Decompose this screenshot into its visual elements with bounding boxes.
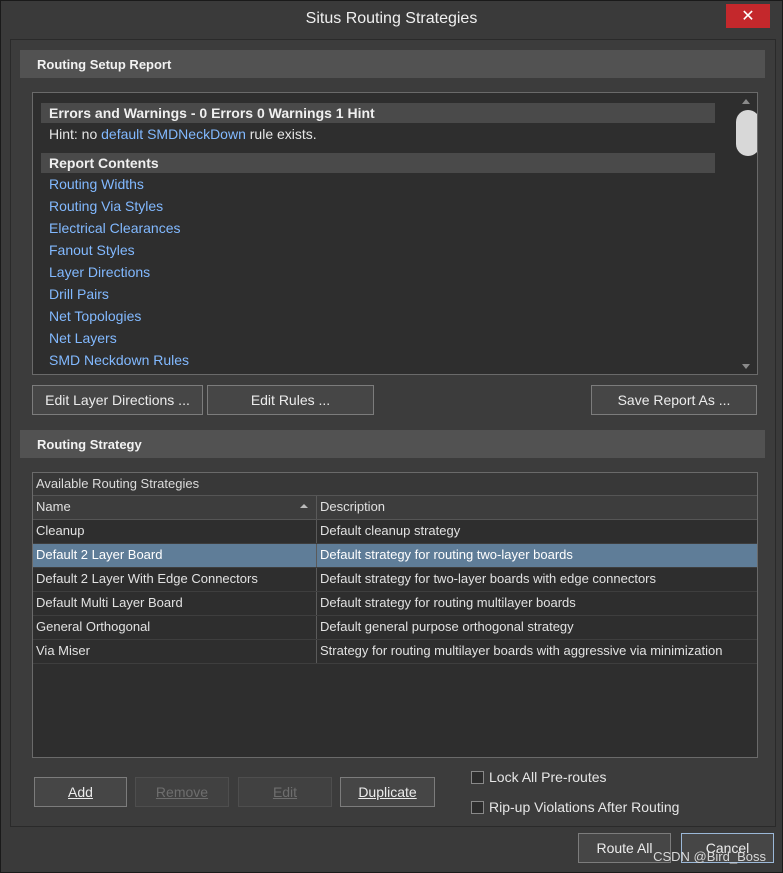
lock-preroutes-checkbox[interactable] (471, 770, 484, 784)
report-panel[interactable]: Errors and Warnings - 0 Errors 0 Warning… (32, 92, 758, 375)
table-row[interactable]: Default Multi Layer Board Default strate… (33, 592, 757, 616)
table-row[interactable]: Via Miser Strategy for routing multilaye… (33, 640, 757, 664)
remove-button[interactable]: Remove (135, 777, 229, 807)
remove-button-label: Remove (155, 784, 209, 800)
dialog-title: Situs Routing Strategies (305, 10, 478, 27)
add-button-label: Add (68, 784, 93, 800)
strategy-name: Default 2 Layer With Edge Connectors (33, 568, 317, 591)
report-link-net-topologies[interactable]: Net Topologies (41, 305, 715, 327)
watermark: CSDN @Bird_Boss (653, 849, 766, 864)
duplicate-button[interactable]: Duplicate (340, 777, 435, 807)
add-button[interactable]: Add (34, 777, 127, 807)
table-row[interactable]: General Orthogonal Default general purpo… (33, 616, 757, 640)
save-report-button[interactable]: Save Report As ... (591, 385, 757, 415)
routing-setup-report-header: Routing Setup Report (20, 50, 765, 78)
hint-line: Hint: no default SMDNeckDown rule exists… (41, 123, 715, 145)
report-link-smd-neckdown-rules[interactable]: SMD Neckdown Rules (41, 349, 715, 371)
table-row[interactable]: Cleanup Default cleanup strategy (33, 520, 757, 544)
strategy-name: General Orthogonal (33, 616, 317, 639)
strategy-description: Default cleanup strategy (320, 523, 461, 538)
strategy-description: Default strategy for two-layer boards wi… (320, 571, 657, 586)
ripup-violations-option[interactable]: Rip-up Violations After Routing (471, 799, 679, 815)
scroll-thumb[interactable] (736, 110, 757, 156)
title-bar: Situs Routing Strategies ✕ (1, 1, 782, 39)
close-button[interactable]: ✕ (726, 4, 770, 28)
scroll-up-arrow-icon[interactable] (742, 99, 750, 104)
edit-button[interactable]: Edit (238, 777, 332, 807)
lock-preroutes-option[interactable]: Lock All Pre-routes (471, 769, 607, 785)
report-link-routing-widths[interactable]: Routing Widths (41, 173, 715, 195)
report-link-fanout-styles[interactable]: Fanout Styles (41, 239, 715, 261)
routing-strategies-dialog: Situs Routing Strategies ✕ Routing Setup… (0, 0, 783, 873)
strategy-name: Cleanup (33, 520, 317, 543)
strategy-name: Via Miser (33, 640, 317, 663)
edit-rules-button[interactable]: Edit Rules ... (207, 385, 374, 415)
report-link-electrical-clearances[interactable]: Electrical Clearances (41, 217, 715, 239)
routing-strategy-header: Routing Strategy (20, 430, 765, 458)
duplicate-button-label: Duplicate (358, 784, 417, 800)
strategy-name: Default 2 Layer Board (33, 544, 317, 567)
strategy-name: Default Multi Layer Board (33, 592, 317, 615)
strategy-description: Default general purpose orthogonal strat… (320, 619, 574, 634)
strategies-table: Available Routing Strategies Name Descri… (32, 472, 758, 758)
strategy-description: Default strategy for routing two-layer b… (320, 547, 573, 562)
scroll-down-arrow-icon[interactable] (742, 364, 750, 369)
edit-layer-directions-button[interactable]: Edit Layer Directions ... (32, 385, 203, 415)
report-link-list: Routing Widths Routing Via Styles Electr… (41, 173, 715, 371)
lock-preroutes-label: Lock All Pre-routes (489, 769, 607, 785)
errors-warnings-heading: Errors and Warnings - 0 Errors 0 Warning… (41, 103, 715, 123)
table-row[interactable]: Default 2 Layer With Edge Connectors Def… (33, 568, 757, 592)
sort-ascending-icon (300, 504, 308, 508)
table-caption: Available Routing Strategies (33, 473, 757, 496)
column-header-description[interactable]: Description (317, 496, 757, 519)
report-content: Errors and Warnings - 0 Errors 0 Warning… (41, 103, 715, 371)
hint-link[interactable]: default SMDNeckDown (101, 126, 246, 142)
report-link-routing-via-styles[interactable]: Routing Via Styles (41, 195, 715, 217)
table-header: Name Description (33, 496, 757, 520)
report-link-drill-pairs[interactable]: Drill Pairs (41, 283, 715, 305)
column-header-name[interactable]: Name (33, 496, 317, 519)
column-name-label: Name (36, 499, 71, 514)
close-icon: ✕ (741, 8, 755, 25)
table-row-selected[interactable]: Default 2 Layer Board Default strategy f… (33, 544, 757, 568)
edit-button-label: Edit (272, 784, 298, 800)
ripup-violations-checkbox[interactable] (471, 800, 484, 814)
ripup-violations-label: Rip-up Violations After Routing (489, 799, 680, 815)
hint-prefix: Hint: no (49, 126, 102, 142)
report-link-net-layers[interactable]: Net Layers (41, 327, 715, 349)
strategy-description: Default strategy for routing multilayer … (320, 595, 576, 610)
report-contents-heading: Report Contents (41, 153, 715, 173)
dialog-content: Routing Setup Report Errors and Warnings… (10, 39, 776, 827)
report-scrollbar[interactable] (735, 93, 757, 374)
hint-suffix: rule exists. (245, 126, 317, 142)
strategy-description: Strategy for routing multilayer boards w… (320, 643, 723, 658)
report-link-layer-directions[interactable]: Layer Directions (41, 261, 715, 283)
